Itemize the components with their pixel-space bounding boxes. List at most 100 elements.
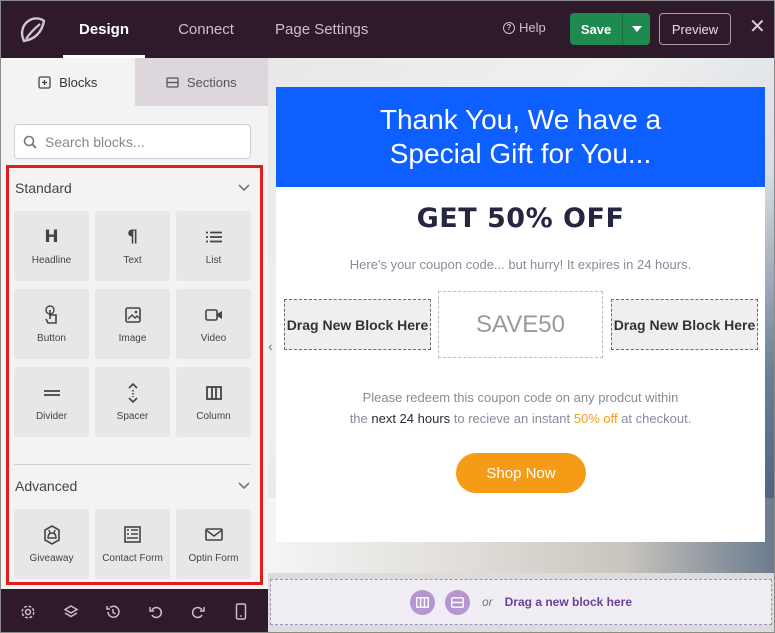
header-line-1: Thank You, We have a — [379, 104, 662, 135]
block-text[interactable]: ¶ Text — [95, 211, 170, 281]
coupon-code-box[interactable]: SAVE50 — [438, 291, 603, 358]
mobile-preview-icon[interactable] — [230, 601, 252, 623]
advanced-blocks-grid: Giveaway Contact Form Optin Form — [14, 509, 251, 579]
thank-you-card: Thank You, We have a Special Gift for Yo… — [276, 87, 765, 542]
block-label: Spacer — [116, 410, 149, 422]
settings-icon[interactable] — [17, 601, 39, 623]
list-icon — [205, 227, 222, 247]
block-label: Button — [37, 332, 66, 344]
preview-button[interactable]: Preview — [659, 13, 731, 45]
add-block-zone[interactable]: or Drag a new block here — [270, 579, 772, 625]
column-icon — [205, 383, 222, 403]
block-optin-form[interactable]: Optin Form — [176, 509, 251, 579]
advanced-title: Advanced — [15, 478, 78, 494]
text-icon: ¶ — [127, 226, 138, 247]
help-label: Help — [519, 20, 546, 35]
redo-icon[interactable] — [187, 601, 209, 623]
block-video[interactable]: Video — [176, 289, 251, 359]
divider-icon — [43, 383, 60, 403]
contact-form-icon — [124, 525, 141, 545]
block-label: List — [205, 254, 222, 266]
add-column-icon[interactable] — [409, 589, 435, 615]
button-icon — [44, 304, 60, 325]
redeem-text[interactable]: Please redeem this coupon code on any pr… — [276, 387, 765, 429]
tab-sections[interactable]: Sections — [134, 58, 268, 106]
chevron-down-icon — [238, 482, 250, 490]
headline-icon: H — [44, 226, 59, 247]
giveaway-icon — [43, 524, 61, 545]
layers-icon[interactable] — [60, 601, 82, 623]
help-link[interactable]: ? Help — [503, 20, 546, 35]
tab-blocks-label: Blocks — [59, 74, 98, 90]
chevron-down-icon — [631, 26, 642, 32]
block-label: Optin Form — [188, 552, 239, 564]
spacer-icon — [127, 382, 139, 403]
block-label: Headline — [31, 254, 72, 266]
top-bar: Design Connect Page Settings ? Help Save… — [1, 1, 774, 58]
seedprod-logo-icon[interactable] — [1, 1, 63, 58]
header-line-2: Special Gift for You... — [389, 138, 652, 169]
collapse-sidebar-icon[interactable]: ‹ — [268, 338, 276, 358]
search-input[interactable]: Search blocks... — [14, 124, 251, 159]
block-contact-form[interactable]: Contact Form — [95, 509, 170, 579]
block-column[interactable]: Column — [176, 367, 251, 437]
redeem-discount: 50% off — [573, 411, 618, 426]
tab-connect[interactable]: Connect — [145, 1, 267, 58]
block-label: Image — [118, 332, 147, 344]
save-button[interactable]: Save — [570, 13, 622, 45]
coupon-subtext[interactable]: Here's your coupon code... but hurry! It… — [276, 257, 765, 272]
video-icon — [204, 305, 223, 325]
standard-blocks-grid: H Headline ¶ Text List Button Image Vide… — [14, 211, 251, 437]
standard-section-header[interactable]: Standard — [15, 180, 250, 196]
page-canvas: ‹ Thank You, We have a Special Gift for … — [268, 58, 774, 632]
block-image[interactable]: Image — [95, 289, 170, 359]
block-spacer[interactable]: Spacer — [95, 367, 170, 437]
bottom-toolbar — [1, 589, 268, 632]
tab-blocks[interactable]: Blocks — [1, 58, 135, 106]
block-list[interactable]: List — [176, 211, 251, 281]
help-icon: ? — [503, 21, 515, 34]
sidebar-tabs: Blocks Sections — [1, 58, 268, 106]
search-placeholder: Search blocks... — [45, 133, 145, 150]
drop-zone-left[interactable]: Drag New Block Here — [284, 299, 431, 350]
chevron-down-icon — [238, 184, 250, 192]
offer-headline[interactable]: GET 50% OFF — [276, 203, 765, 234]
block-label: Video — [200, 332, 227, 344]
drag-block-link[interactable]: Drag a new block here — [505, 595, 632, 609]
block-label: Divider — [35, 410, 68, 422]
block-label: Contact Form — [102, 552, 163, 564]
optin-form-icon — [204, 525, 223, 545]
history-icon[interactable] — [102, 601, 124, 623]
blocks-sidebar: Blocks Sections Search blocks... Standar… — [1, 58, 268, 589]
save-options-dropdown[interactable] — [622, 13, 650, 45]
drop-zone-right[interactable]: Drag New Block Here — [611, 299, 758, 350]
block-label: Column — [196, 410, 231, 422]
search-icon — [23, 135, 37, 149]
blocks-icon — [38, 75, 51, 89]
page-builder-window: Design Connect Page Settings ? Help Save… — [0, 0, 775, 633]
redeem-line-1: Please redeem this coupon code on any pr… — [362, 390, 679, 405]
add-section-icon[interactable] — [444, 589, 470, 615]
image-icon — [124, 305, 141, 325]
tab-sections-label: Sections — [186, 74, 237, 90]
redeem-line-2: the next 24 hours to recieve an instant … — [349, 411, 692, 426]
sections-icon — [166, 76, 179, 88]
block-label: Text — [123, 254, 142, 266]
close-icon[interactable]: ✕ — [749, 17, 766, 37]
block-button[interactable]: Button — [14, 289, 89, 359]
undo-icon[interactable] — [145, 601, 167, 623]
redeem-next: next 24 hours — [371, 411, 451, 426]
tab-page-settings[interactable]: Page Settings — [275, 1, 381, 58]
shop-now-button[interactable]: Shop Now — [456, 453, 586, 493]
tab-design[interactable]: Design — [63, 1, 145, 58]
block-giveaway[interactable]: Giveaway — [14, 509, 89, 579]
block-headline[interactable]: H Headline — [14, 211, 89, 281]
section-divider — [14, 464, 251, 465]
save-button-group: Save — [570, 13, 650, 45]
card-header: Thank You, We have a Special Gift for Yo… — [276, 87, 765, 187]
block-divider[interactable]: Divider — [14, 367, 89, 437]
advanced-section-header[interactable]: Advanced — [15, 478, 250, 494]
standard-title: Standard — [15, 180, 72, 196]
or-label: or — [481, 595, 493, 609]
block-label: Giveaway — [29, 552, 74, 564]
